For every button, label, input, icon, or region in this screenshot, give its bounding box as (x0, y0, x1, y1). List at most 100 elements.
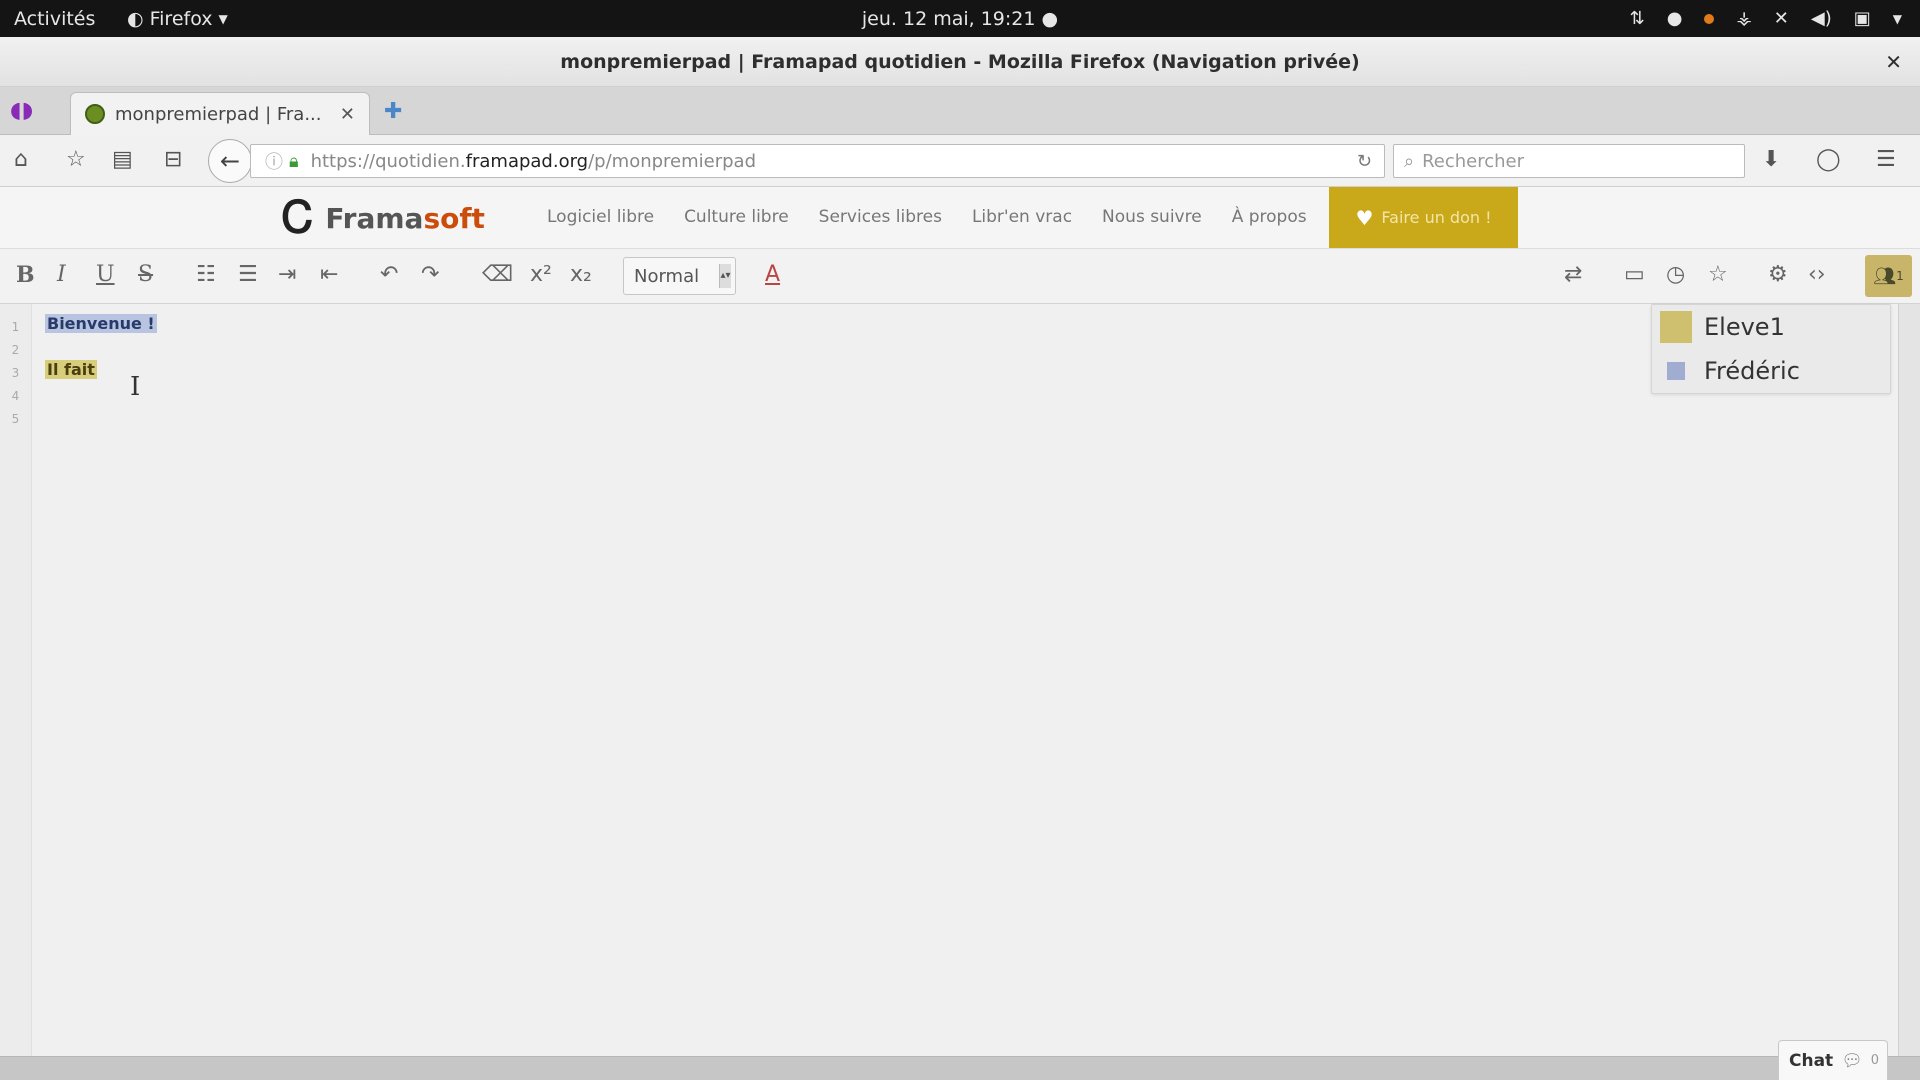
framasoft-logo[interactable]: Ꮯ Framasoft (282, 193, 485, 243)
navigation-toolbar: ⌂ ☆ ▤ ⊟ ← ⓘ 🔒︎ https://quotidien. framapa… (0, 135, 1920, 187)
strikethrough-button[interactable]: S (138, 262, 153, 287)
menu-logiciel-libre[interactable]: Logiciel libre (547, 207, 654, 227)
line-number: 1 (11, 320, 20, 334)
pad-line[interactable]: Bienvenue ! (45, 312, 157, 335)
authored-text: Bienvenue ! (45, 314, 157, 333)
donate-label: Faire un don ! (1381, 208, 1492, 227)
text-cursor-icon: I (130, 372, 141, 402)
url-path: /p/monpremierpad (588, 150, 757, 172)
download-icon[interactable]: ⬇ (1762, 147, 1780, 172)
activities-button[interactable]: Activités (14, 8, 95, 30)
italic-button[interactable]: I (57, 262, 66, 287)
firefox-icon: ◐ (127, 7, 144, 30)
style-select-value: Normal (634, 265, 700, 287)
menu-a-propos[interactable]: À propos (1232, 207, 1307, 227)
chat-bubble-icon: 💬︎ (1841, 1050, 1863, 1071)
network-icon[interactable]: ⚶ (1736, 8, 1751, 29)
tab-monpremierpad[interactable]: monpremierpad | Fra... ✕ (70, 92, 370, 135)
user-name: Frédéric (1704, 357, 1800, 385)
chat-count: 0 (1870, 1053, 1880, 1068)
battery-icon[interactable]: ▣ (1854, 8, 1871, 29)
window-close-button[interactable]: ✕ (1885, 50, 1902, 74)
user-row[interactable]: Frédéric (1652, 349, 1890, 393)
tab-close-icon[interactable]: ✕ (340, 104, 355, 125)
font-color-button[interactable]: A (765, 262, 780, 287)
select-arrow-icon: ▴▾ (719, 264, 731, 288)
chat-status-icon[interactable]: ● (1667, 8, 1683, 29)
chat-button[interactable]: Chat 💬︎ 0 (1778, 1040, 1888, 1080)
settings-gear-icon[interactable]: ⚙ (1768, 262, 1788, 287)
redo-icon[interactable]: ↷ (421, 262, 439, 287)
pad-content[interactable]: Bienvenue ! Il fait (45, 312, 157, 381)
unordered-list-icon[interactable]: ☰ (238, 262, 258, 287)
window-titlebar: monpremierpad | Framapad quotidien - Moz… (0, 37, 1920, 87)
network-manager-icon[interactable]: ⇅ (1630, 8, 1645, 29)
gnome-top-bar: Activités ◐ Firefox ▼ jeu. 12 mai, 19:21… (0, 0, 1920, 37)
user-name: Eleve1 (1704, 313, 1785, 341)
outdent-icon[interactable]: ⇤ (320, 262, 338, 287)
underline-button[interactable]: U (96, 262, 115, 287)
undo-icon[interactable]: ↶ (380, 262, 398, 287)
users-panel: Eleve1 Frédéric (1651, 304, 1891, 394)
window-title: monpremierpad | Framapad quotidien - Moz… (560, 50, 1360, 73)
chat-bubble-icon[interactable]: ◯ (1816, 147, 1841, 172)
url-domain: framapad.org (465, 150, 589, 172)
bottom-scrollbar[interactable] (0, 1056, 1920, 1080)
hamburger-menu-icon[interactable]: ☰ (1876, 147, 1896, 172)
bold-button[interactable]: B (16, 262, 35, 288)
line-number-gutter: 1 2 3 4 5 (0, 304, 32, 1056)
user-color-swatch[interactable] (1667, 362, 1685, 380)
url-prefix: https://quotidien. (310, 150, 466, 172)
new-tab-button[interactable]: ✚ (384, 99, 402, 124)
history-clock-icon[interactable]: ◷ (1666, 262, 1685, 287)
embed-icon[interactable]: ▭ (1624, 262, 1645, 287)
home-icon[interactable]: ⌂ (14, 147, 28, 172)
superscript-icon[interactable]: x² (530, 262, 552, 287)
info-icon[interactable]: ⓘ (265, 148, 283, 174)
app-menu[interactable]: ◐ Firefox ▼ (127, 8, 228, 30)
share-code-icon[interactable]: ‹› (1808, 262, 1826, 287)
line-number: 2 (11, 343, 20, 357)
line-number: 4 (11, 389, 20, 403)
chevron-down-icon: ▼ (218, 11, 228, 26)
bookmark-star-icon[interactable]: ☆ (66, 147, 86, 172)
library-icon[interactable]: ▤ (112, 147, 133, 172)
editor-scrollbar[interactable] (1898, 304, 1920, 1056)
search-bar[interactable]: ⌕ Rechercher (1393, 144, 1745, 178)
donate-button[interactable]: ♥ Faire un don ! (1329, 187, 1518, 248)
menu-libr-en-vrac[interactable]: Libr'en vrac (972, 207, 1072, 227)
private-browsing-mask-icon: ◖◗ (10, 98, 34, 123)
users-button[interactable]: 👥︎ 1 (1865, 255, 1912, 297)
menu-services-libres[interactable]: Services libres (819, 207, 942, 227)
tab-label: monpremierpad | Fra... (115, 103, 322, 125)
authored-text: Il fait (45, 360, 97, 379)
user-row[interactable]: Eleve1 (1652, 305, 1890, 349)
power-menu-icon[interactable]: ▼ (1893, 12, 1902, 26)
pad-line[interactable] (45, 335, 157, 358)
menu-nous-suivre[interactable]: Nous suivre (1102, 207, 1202, 227)
users-icon: 👥︎ (1873, 265, 1897, 287)
brand-part-2: soft (423, 201, 485, 235)
import-export-icon[interactable]: ⇄ (1564, 262, 1582, 287)
menu-culture-libre[interactable]: Culture libre (684, 207, 789, 227)
volume-icon[interactable]: ◀) (1811, 8, 1832, 29)
user-color-swatch[interactable] (1660, 311, 1692, 343)
clear-authorship-icon[interactable]: ⌫ (482, 262, 513, 287)
bluetooth-off-icon[interactable]: ✕ (1774, 8, 1789, 29)
framasoft-menu: Logiciel libre Culture libre Services li… (547, 207, 1307, 227)
users-count: 1 (1896, 269, 1904, 283)
editor-toolbar: B I U S ☷ ☰ ⇥ ⇤ ↶ ↷ ⌫ x² x₂ Normal ▴▾ A … (0, 249, 1920, 304)
url-bar[interactable]: ⓘ 🔒︎ https://quotidien. framapad.org/p/mo… (250, 144, 1385, 178)
line-number: 5 (11, 412, 20, 426)
notification-dot-icon[interactable] (1704, 13, 1715, 24)
saved-revision-star-icon[interactable]: ☆ (1708, 262, 1728, 287)
reload-icon[interactable]: ↻ (1357, 151, 1372, 172)
framasoft-nav-bar: Ꮯ Framasoft Logiciel libre Culture libre… (0, 187, 1920, 249)
pad-editor[interactable]: 1 2 3 4 5 Bienvenue ! Il fait I (0, 304, 1920, 1060)
sync-icon[interactable]: ⊟ (164, 147, 182, 172)
subscript-icon[interactable]: x₂ (570, 262, 592, 287)
indent-icon[interactable]: ⇥ (278, 262, 296, 287)
back-button[interactable]: ← (208, 139, 252, 183)
ordered-list-icon[interactable]: ☷ (196, 262, 216, 287)
paragraph-style-select[interactable]: Normal ▴▾ (623, 257, 736, 295)
